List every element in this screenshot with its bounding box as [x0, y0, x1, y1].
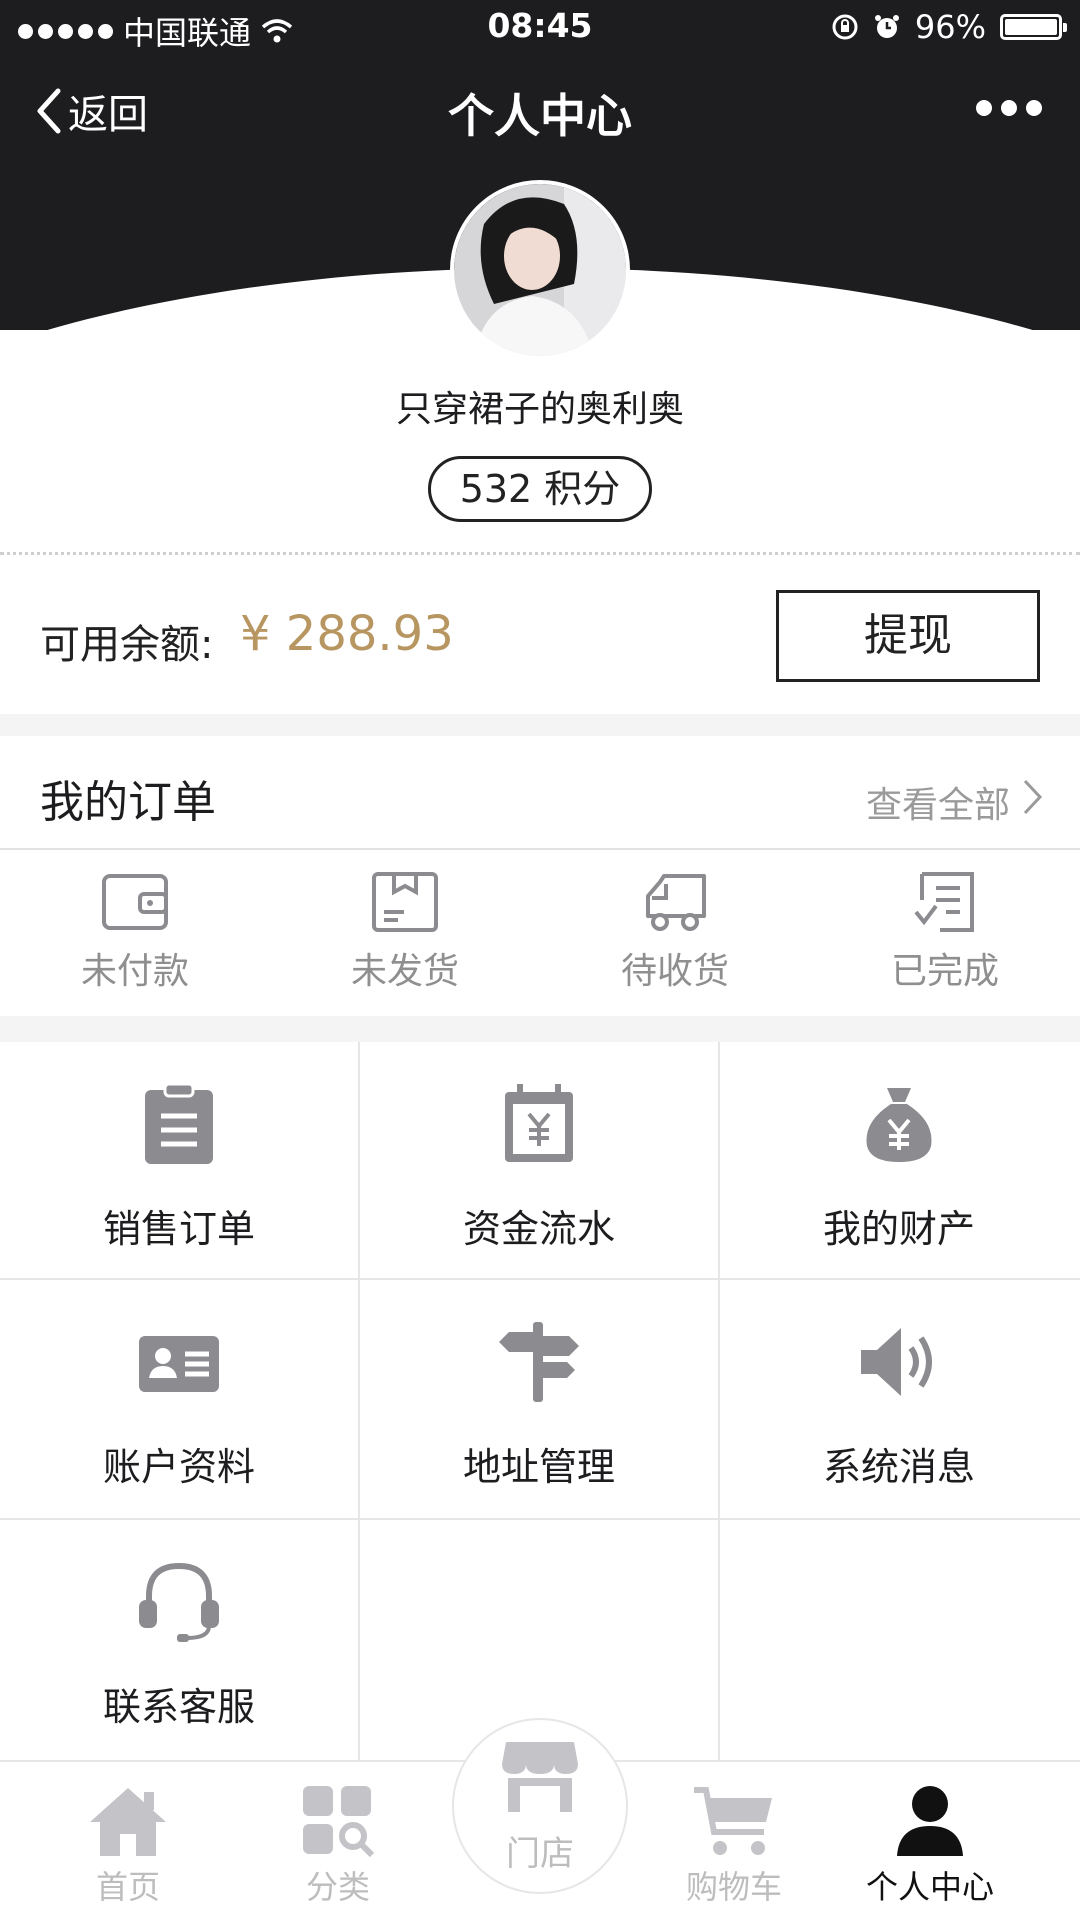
- points-badge[interactable]: 532 积分: [428, 456, 652, 522]
- menu-label: 地址管理: [462, 1445, 615, 1489]
- section-divider: [0, 714, 1080, 736]
- balance-value: ¥ 288.93: [240, 606, 454, 662]
- menu-account-info[interactable]: 账户资料: [0, 1280, 358, 1516]
- money-bag-icon: [866, 1088, 932, 1162]
- tab-category[interactable]: 分类: [238, 1762, 438, 1922]
- home-icon: [90, 1788, 166, 1856]
- menu-system-messages[interactable]: 系统消息: [720, 1280, 1078, 1516]
- user-icon: [897, 1786, 963, 1856]
- orders-title: 我的订单: [40, 777, 216, 828]
- status-bar: 中国联通 08:45 96%: [0, 0, 1080, 56]
- menu-fund-flow[interactable]: 资金流水: [360, 1042, 718, 1278]
- menu-my-assets[interactable]: 我的财产: [720, 1042, 1078, 1278]
- clipboard-icon: [145, 1082, 213, 1164]
- orders-header: 我的订单 查看全部: [0, 736, 1080, 850]
- order-status-to-receive[interactable]: 待收货: [540, 870, 810, 1010]
- balance-label: 可用余额:: [40, 622, 214, 668]
- tab-label: 门店: [506, 1834, 574, 1874]
- calendar-yen-icon: [505, 1084, 573, 1162]
- order-status-completed[interactable]: 已完成: [810, 870, 1080, 1010]
- username: 只穿裙子的奥利奥: [395, 389, 684, 430]
- category-icon: [303, 1786, 375, 1858]
- tab-profile[interactable]: 个人中心: [830, 1762, 1030, 1922]
- id-card-icon: [139, 1336, 219, 1392]
- page-title: 个人中心: [448, 89, 632, 143]
- order-status-label: 已完成: [890, 951, 999, 992]
- more-button[interactable]: [976, 100, 1042, 116]
- checklist-icon: [914, 872, 974, 932]
- menu-label: 账户资料: [102, 1445, 255, 1489]
- order-status-label: 待收货: [620, 951, 729, 992]
- wallet-icon: [102, 874, 168, 930]
- view-all-orders-link[interactable]: 查看全部: [866, 776, 1010, 828]
- menu-label: 资金流水: [462, 1207, 615, 1251]
- section-divider: [0, 1016, 1080, 1042]
- order-status-label: 未付款: [80, 951, 189, 992]
- cart-icon: [694, 1787, 772, 1855]
- menu-sales-orders[interactable]: 销售订单: [0, 1042, 358, 1278]
- battery-icon: [1000, 14, 1067, 40]
- menu-label: 销售订单: [102, 1207, 255, 1251]
- tab-label: 首页: [95, 1868, 160, 1906]
- tab-label: 个人中心: [865, 1868, 994, 1906]
- speaker-icon: [861, 1328, 932, 1396]
- headset-icon: [139, 1562, 219, 1642]
- withdraw-button[interactable]: 提现: [776, 590, 1040, 682]
- tab-home[interactable]: 首页: [28, 1762, 228, 1922]
- order-status-label: 未发货: [350, 951, 459, 992]
- store-icon: [502, 1742, 578, 1812]
- dotted-divider: [0, 552, 1080, 555]
- order-status-unshipped[interactable]: 未发货: [270, 870, 540, 1010]
- menu-label: 我的财产: [822, 1207, 975, 1251]
- menu-label: 联系客服: [102, 1685, 255, 1729]
- chevron-right-icon[interactable]: [1022, 778, 1044, 816]
- truck-icon: [646, 874, 706, 931]
- menu-address-management[interactable]: 地址管理: [360, 1280, 718, 1516]
- menu-label: 系统消息: [822, 1445, 975, 1489]
- order-status-unpaid[interactable]: 未付款: [0, 870, 270, 1010]
- package-icon: [372, 872, 438, 932]
- alarm-icon: [874, 15, 899, 38]
- rotation-lock-icon: [832, 14, 858, 40]
- tab-cart[interactable]: 购物车: [634, 1762, 834, 1922]
- tab-label: 购物车: [685, 1868, 782, 1906]
- tab-label: 分类: [305, 1868, 370, 1906]
- avatar[interactable]: [450, 180, 630, 360]
- signpost-icon: [499, 1322, 579, 1402]
- nav-bar: 返回 个人中心: [0, 70, 1080, 150]
- battery-percent: 96%: [914, 8, 986, 46]
- menu-customer-service[interactable]: 联系客服: [0, 1520, 358, 1756]
- avatar-image: [454, 184, 626, 356]
